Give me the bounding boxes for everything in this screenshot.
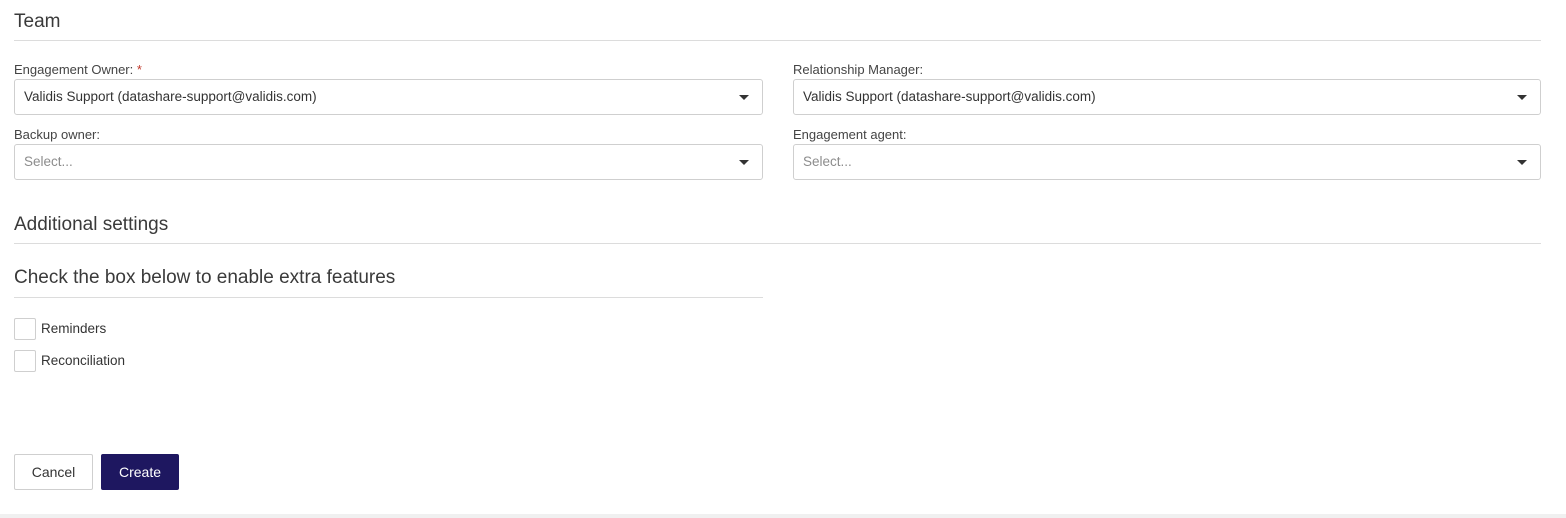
relationship-manager-label: Relationship Manager: bbox=[793, 62, 924, 77]
additional-settings-divider bbox=[14, 243, 1541, 244]
caret-down-icon bbox=[1517, 160, 1527, 165]
engagement-agent-label: Engagement agent: bbox=[793, 127, 907, 142]
engagement-owner-value: Validis Support (datashare-support@valid… bbox=[24, 89, 317, 104]
team-divider bbox=[14, 40, 1541, 41]
reminders-checkbox[interactable] bbox=[14, 318, 36, 340]
reconciliation-label[interactable]: Reconciliation bbox=[41, 353, 125, 368]
additional-settings-title: Additional settings bbox=[14, 214, 169, 235]
engagement-agent-placeholder: Select... bbox=[803, 154, 852, 169]
engagement-owner-label: Engagement Owner: * bbox=[14, 62, 142, 77]
team-section-title: Team bbox=[14, 11, 61, 32]
caret-down-icon bbox=[739, 160, 749, 165]
backup-owner-label: Backup owner: bbox=[14, 127, 100, 142]
relationship-manager-select[interactable]: Validis Support (datashare-support@valid… bbox=[793, 79, 1541, 115]
caret-down-icon bbox=[739, 95, 749, 100]
reconciliation-checkbox[interactable] bbox=[14, 350, 36, 372]
extra-features-subtitle: Check the box below to enable extra feat… bbox=[14, 267, 396, 288]
create-button[interactable]: Create bbox=[101, 454, 179, 490]
backup-owner-placeholder: Select... bbox=[24, 154, 73, 169]
engagement-owner-label-text: Engagement Owner: bbox=[14, 62, 134, 77]
engagement-agent-select[interactable]: Select... bbox=[793, 144, 1541, 180]
relationship-manager-value: Validis Support (datashare-support@valid… bbox=[803, 89, 1096, 104]
footer-strip bbox=[0, 514, 1566, 518]
caret-down-icon bbox=[1517, 95, 1527, 100]
required-indicator: * bbox=[136, 62, 142, 77]
backup-owner-select[interactable]: Select... bbox=[14, 144, 763, 180]
cancel-button[interactable]: Cancel bbox=[14, 454, 93, 490]
reminders-label[interactable]: Reminders bbox=[41, 321, 106, 336]
extra-features-divider bbox=[14, 297, 763, 298]
engagement-owner-select[interactable]: Validis Support (datashare-support@valid… bbox=[14, 79, 763, 115]
